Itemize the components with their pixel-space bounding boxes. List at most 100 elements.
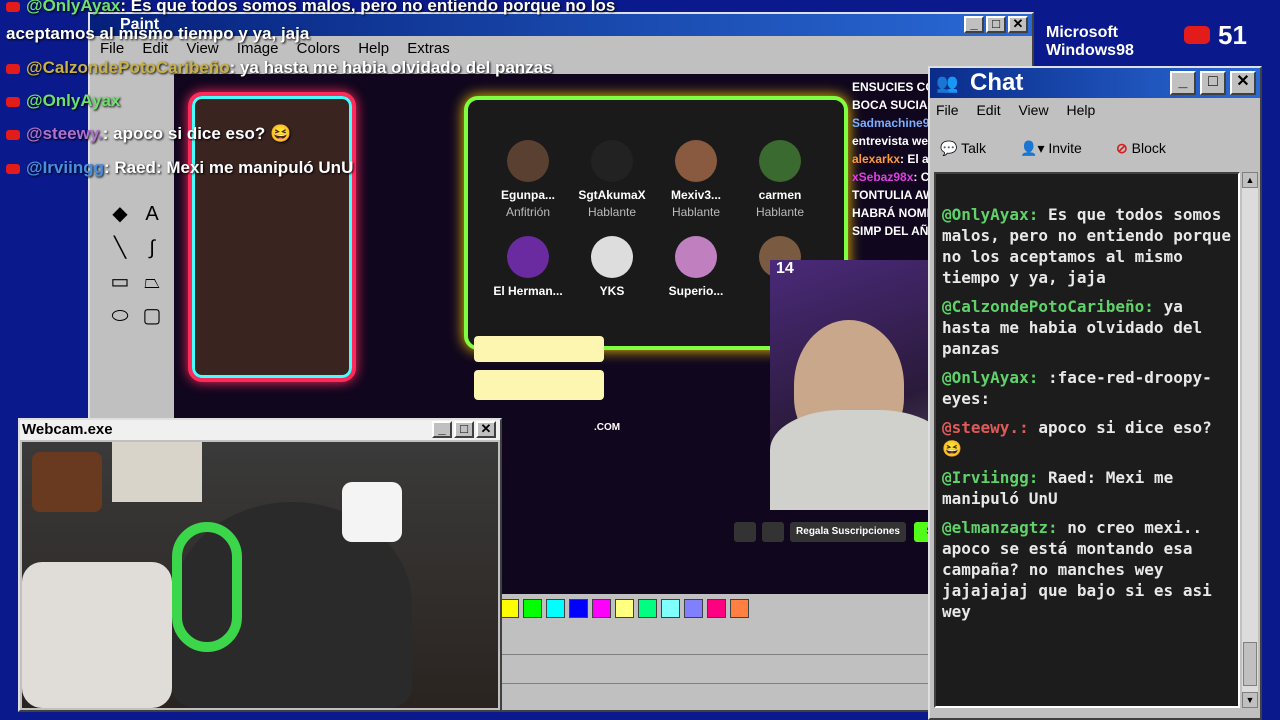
close-button[interactable]: ✕ bbox=[1008, 16, 1028, 33]
overlay-chat-line: @OnlyAyax bbox=[6, 91, 120, 111]
guest-name: carmen bbox=[758, 188, 802, 202]
guest-role: Anfitrión bbox=[505, 205, 551, 219]
invite-button[interactable]: 👤▾ Invite bbox=[1020, 136, 1082, 160]
menu-edit[interactable]: Edit bbox=[976, 102, 1000, 118]
headphones bbox=[172, 522, 242, 652]
color-swatch[interactable] bbox=[615, 599, 634, 618]
line-tool-icon[interactable]: ╲ bbox=[106, 234, 134, 262]
fill-icon[interactable]: ◆ bbox=[106, 200, 134, 228]
rectangle-tool-icon[interactable]: ▭ bbox=[106, 268, 134, 296]
color-swatch[interactable] bbox=[500, 599, 519, 618]
chat-log[interactable]: @OnlyAyax: Es que todos somos malos, per… bbox=[934, 172, 1240, 708]
sticky-note bbox=[474, 336, 604, 362]
ellipse-tool-icon[interactable]: ⬭ bbox=[106, 302, 134, 330]
chat-message: @elmanzagtz: no creo mexi.. apoco se est… bbox=[942, 518, 1212, 621]
heart-icon[interactable] bbox=[762, 522, 784, 542]
invite-icon: 👤 bbox=[1020, 140, 1038, 156]
color-swatch[interactable] bbox=[661, 599, 680, 618]
chat-window: 👥 Chat _ □ ✕ File Edit View Help 💬 Talk … bbox=[928, 66, 1262, 720]
menu-file[interactable]: File bbox=[936, 102, 959, 118]
guest-tile[interactable]: Mexiv3... Hablante bbox=[656, 140, 736, 219]
youtube-icon bbox=[6, 63, 20, 74]
avatar bbox=[675, 236, 717, 278]
chat-menubar: File Edit View Help bbox=[936, 102, 1109, 118]
guest-tile[interactable]: El Herman... bbox=[488, 236, 568, 298]
chat-message: @OnlyAyax: :face-red-droopy-eyes: bbox=[942, 368, 1212, 408]
minimize-button[interactable]: _ bbox=[1170, 71, 1196, 95]
guest-role: Hablante bbox=[671, 205, 721, 219]
shelf-object bbox=[112, 442, 202, 502]
chat-titlebar[interactable]: 👥 Chat _ □ ✕ bbox=[930, 68, 1260, 98]
overlay-chat-line: @Irviingg: Raed: Mexi me manipuló UnU bbox=[6, 158, 353, 178]
sticky-note bbox=[474, 370, 604, 400]
menu-help[interactable]: Help bbox=[358, 40, 389, 57]
guest-name: YKS bbox=[599, 284, 625, 298]
guest-name: Egunpa... bbox=[501, 188, 555, 202]
guest-name: El Herman... bbox=[493, 284, 563, 298]
guest-tile[interactable]: Superio... bbox=[656, 236, 736, 298]
menu-help[interactable]: Help bbox=[1066, 102, 1095, 118]
youtube-icon bbox=[1184, 26, 1210, 44]
color-swatch[interactable] bbox=[638, 599, 657, 618]
talk-button[interactable]: 💬 Talk bbox=[940, 136, 986, 160]
webcam-title: Webcam.exe bbox=[22, 421, 113, 438]
block-button[interactable]: ⊘ Block bbox=[1116, 136, 1166, 160]
color-swatch[interactable] bbox=[730, 599, 749, 618]
guest-tile[interactable]: Egunpa... Anfitrión bbox=[488, 140, 568, 219]
close-button[interactable]: ✕ bbox=[476, 421, 496, 438]
guest-role: Hablante bbox=[587, 205, 637, 219]
chair bbox=[22, 562, 172, 708]
chat-title: Chat bbox=[970, 69, 1024, 96]
webcam-window: Webcam.exe _ □ ✕ bbox=[18, 418, 502, 712]
windows-logo: Microsoft Windows98 bbox=[1046, 24, 1134, 59]
youtube-icon bbox=[6, 129, 20, 140]
color-swatch[interactable] bbox=[684, 599, 703, 618]
overlay-chat-line: @OnlyAyax: Es que todos somos malos, per… bbox=[6, 0, 615, 16]
youtube-icon bbox=[6, 163, 20, 174]
block-icon: ⊘ bbox=[1116, 140, 1128, 156]
scroll-thumb[interactable] bbox=[1243, 642, 1257, 686]
maximize-button[interactable]: □ bbox=[1200, 71, 1226, 95]
avatar bbox=[507, 236, 549, 278]
color-palette bbox=[500, 599, 753, 619]
polygon-tool-icon[interactable]: ⏢ bbox=[138, 268, 166, 296]
minimize-button[interactable]: _ bbox=[432, 421, 452, 438]
gift-subs-button[interactable]: Regala Suscripciones bbox=[790, 522, 906, 542]
color-swatch[interactable] bbox=[569, 599, 588, 618]
text-tool-icon[interactable]: A bbox=[138, 200, 166, 228]
chat-message: @steewy.: apoco si dice eso? 😆 bbox=[942, 418, 1212, 458]
maximize-button[interactable]: □ bbox=[986, 16, 1006, 33]
avatar bbox=[759, 140, 801, 182]
guest-name: SgtAkumaX bbox=[578, 188, 646, 202]
color-swatch[interactable] bbox=[707, 599, 726, 618]
guest-role: Hablante bbox=[755, 205, 805, 219]
guest-name: Superio... bbox=[668, 284, 724, 298]
guest-badge: 14 bbox=[776, 260, 794, 277]
menu-extras[interactable]: Extras bbox=[407, 40, 450, 57]
minimize-button[interactable]: _ bbox=[964, 16, 984, 33]
scroll-up-icon[interactable]: ▲ bbox=[1242, 172, 1258, 188]
maximize-button[interactable]: □ bbox=[454, 421, 474, 438]
subscriber-count: 51 bbox=[1218, 20, 1247, 50]
color-swatch[interactable] bbox=[523, 599, 542, 618]
color-swatch[interactable] bbox=[592, 599, 611, 618]
guest-name: Mexiv3... bbox=[670, 188, 722, 202]
rounded-rect-tool-icon[interactable]: ▢ bbox=[138, 302, 166, 330]
menu-view[interactable]: View bbox=[1018, 102, 1048, 118]
guest-hoodie bbox=[770, 410, 950, 510]
curve-tool-icon[interactable]: ∫ bbox=[138, 234, 166, 262]
chat-scrollbar[interactable]: ▲ ▼ bbox=[1242, 172, 1258, 708]
youtube-icon bbox=[6, 96, 20, 107]
overlay-chat-line: @CalzondePotoCaribeño: ya hasta me habia… bbox=[6, 58, 553, 78]
bell-icon[interactable] bbox=[734, 522, 756, 542]
scroll-down-icon[interactable]: ▼ bbox=[1242, 692, 1258, 708]
guest-tile[interactable]: carmen Hablante bbox=[740, 140, 820, 219]
shelf-object bbox=[32, 452, 102, 512]
guest-tile[interactable]: YKS bbox=[572, 236, 652, 298]
close-button[interactable]: ✕ bbox=[1230, 71, 1256, 95]
avatar bbox=[507, 140, 549, 182]
guest-tile[interactable]: SgtAkumaX Hablante bbox=[572, 140, 652, 219]
chat-message: @Irviingg: Raed: Mexi me manipuló UnU bbox=[942, 468, 1174, 508]
color-swatch[interactable] bbox=[546, 599, 565, 618]
webcam-titlebar[interactable]: Webcam.exe _ □ ✕ bbox=[20, 420, 500, 440]
